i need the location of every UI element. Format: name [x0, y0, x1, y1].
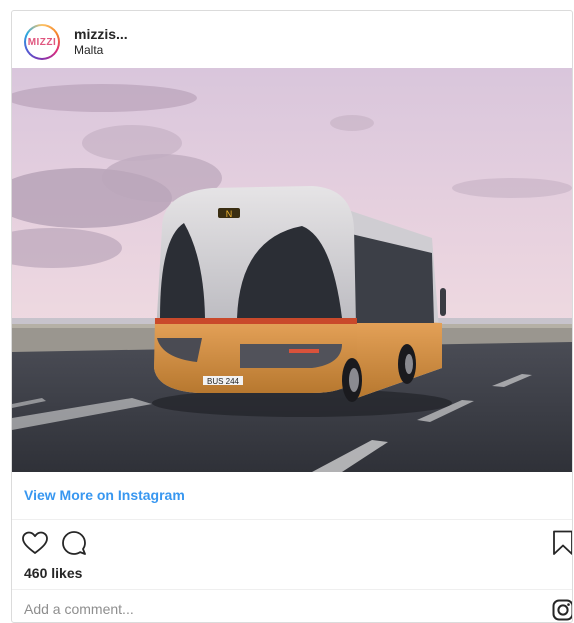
comment-input[interactable]	[24, 597, 504, 621]
bus-photo-illustration: N BUS 244	[12, 68, 572, 472]
instagram-embed-card: MIZZI mizzis... Malta N BUS 244 View Mor…	[11, 10, 573, 623]
avatar-logo-text: MIZZI	[27, 36, 57, 48]
username[interactable]: mizzis...	[74, 26, 128, 42]
comment-icon[interactable]	[61, 530, 87, 556]
divider	[12, 519, 572, 520]
bus-sign-text: N	[226, 209, 233, 219]
view-more-link[interactable]: View More on Instagram	[24, 487, 185, 503]
heart-icon[interactable]	[22, 531, 48, 555]
bus-plate-text: BUS 244	[207, 377, 240, 386]
location[interactable]: Malta	[74, 43, 103, 57]
avatar[interactable]: MIZZI	[24, 24, 60, 60]
post-header: MIZZI mizzis... Malta	[12, 11, 572, 67]
post-photo[interactable]: N BUS 244	[12, 68, 572, 472]
instagram-icon[interactable]	[552, 599, 572, 621]
likes-count[interactable]: 460 likes	[24, 565, 82, 581]
divider	[12, 589, 572, 590]
bookmark-icon[interactable]	[552, 530, 572, 556]
